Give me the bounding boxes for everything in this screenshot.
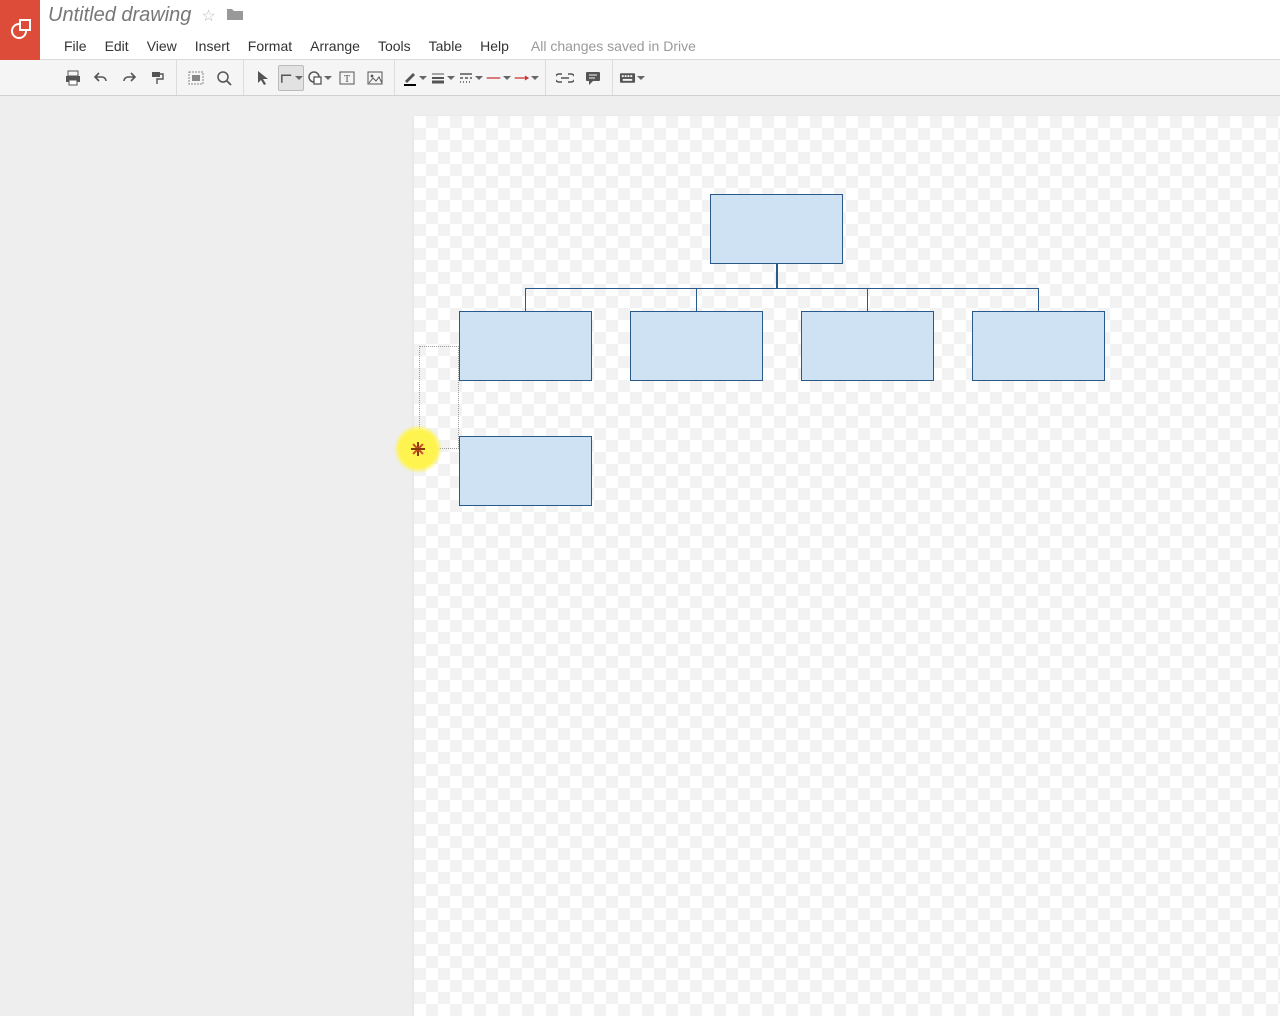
image-tool[interactable] — [362, 65, 388, 91]
undo-icon — [93, 70, 109, 86]
menu-bar: File Edit View Insert Format Arrange Too… — [56, 34, 696, 58]
fit-icon — [188, 70, 204, 86]
menu-format[interactable]: Format — [240, 34, 300, 58]
menu-edit[interactable]: Edit — [97, 34, 137, 58]
comment-icon — [585, 70, 601, 86]
textbox-icon: T — [339, 70, 355, 86]
line-end-button[interactable] — [513, 65, 539, 91]
menu-arrange[interactable]: Arrange — [302, 34, 368, 58]
select-icon — [256, 70, 270, 86]
menu-view[interactable]: View — [139, 34, 185, 58]
chevron-down-icon — [503, 76, 511, 80]
chevron-down-icon — [324, 76, 332, 80]
menu-file[interactable]: File — [56, 34, 95, 58]
line-start-button[interactable] — [485, 65, 511, 91]
app-bar: Untitled drawing ☆ File Edit View Insert… — [0, 0, 1280, 60]
zoom-button[interactable] — [211, 65, 237, 91]
chevron-down-icon — [637, 76, 645, 80]
zoom-icon — [216, 70, 232, 86]
chevron-down-icon — [531, 76, 539, 80]
shape-child3[interactable] — [801, 311, 934, 381]
paint-format-button[interactable] — [144, 65, 170, 91]
redo-icon — [121, 70, 137, 86]
menu-tools[interactable]: Tools — [370, 34, 419, 58]
chevron-down-icon — [419, 76, 427, 80]
drawings-icon — [8, 18, 32, 42]
connector[interactable] — [776, 264, 778, 288]
chevron-down-icon — [475, 76, 483, 80]
connector[interactable] — [867, 288, 868, 311]
undo-button[interactable] — [88, 65, 114, 91]
save-status: All changes saved in Drive — [531, 38, 696, 54]
print-icon — [65, 70, 81, 86]
chevron-down-icon — [447, 76, 455, 80]
line-start-icon — [485, 73, 502, 83]
menu-help[interactable]: Help — [472, 34, 517, 58]
line-weight-icon — [430, 70, 446, 86]
image-icon — [367, 70, 383, 86]
line-color-icon — [402, 70, 418, 86]
menu-table[interactable]: Table — [421, 34, 470, 58]
chevron-down-icon — [295, 76, 303, 80]
shape-child1[interactable] — [459, 311, 592, 381]
connector[interactable] — [526, 288, 1039, 289]
selection-rect — [419, 346, 459, 449]
input-tools-icon — [619, 72, 636, 84]
shape-leaf1[interactable] — [459, 436, 592, 506]
shape-tool[interactable] — [306, 65, 332, 91]
shape-child2[interactable] — [630, 311, 763, 381]
connector[interactable] — [525, 288, 526, 311]
line-end-icon — [513, 73, 530, 83]
connector[interactable] — [1038, 288, 1039, 311]
menu-insert[interactable]: Insert — [187, 34, 238, 58]
star-icon[interactable]: ☆ — [201, 6, 215, 26]
line-dash-icon — [458, 70, 474, 86]
insert-link-button[interactable] — [552, 65, 578, 91]
print-button[interactable] — [60, 65, 86, 91]
line-dash-button[interactable] — [457, 65, 483, 91]
connector[interactable] — [696, 288, 697, 311]
toolbar: T — [0, 60, 1280, 96]
redo-button[interactable] — [116, 65, 142, 91]
shape-icon — [307, 70, 323, 86]
drawings-logo[interactable] — [0, 0, 40, 60]
link-icon — [556, 72, 574, 84]
shape-root[interactable] — [710, 194, 843, 264]
drawing-canvas[interactable] — [414, 116, 1280, 1016]
folder-icon[interactable] — [226, 7, 244, 24]
line-weight-button[interactable] — [429, 65, 455, 91]
line-tool[interactable] — [278, 65, 304, 91]
textbox-tool[interactable]: T — [334, 65, 360, 91]
zoom-fit-button[interactable] — [183, 65, 209, 91]
input-tools-button[interactable] — [619, 65, 645, 91]
select-tool[interactable] — [250, 65, 276, 91]
shape-child4[interactable] — [972, 311, 1105, 381]
paint-format-icon — [149, 70, 165, 86]
workspace[interactable] — [0, 96, 1280, 720]
document-title[interactable]: Untitled drawing — [48, 4, 191, 27]
line-color-button[interactable] — [401, 65, 427, 91]
line-icon — [279, 70, 294, 86]
svg-text:T: T — [344, 74, 350, 85]
insert-comment-button[interactable] — [580, 65, 606, 91]
